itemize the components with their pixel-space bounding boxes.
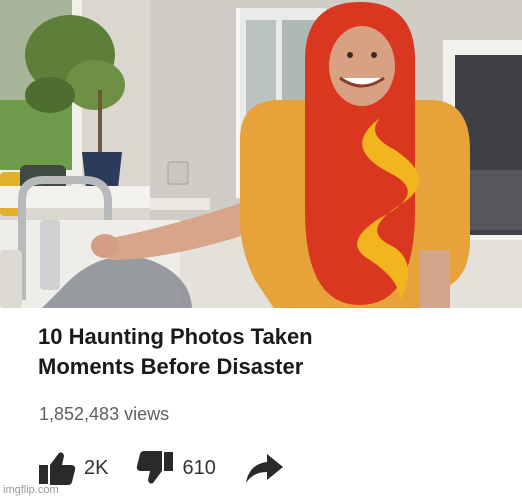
share-button[interactable]: [244, 452, 284, 484]
watermark: imgflip.com: [3, 484, 59, 496]
like-count: 2K: [84, 456, 109, 479]
thumbs-down-icon: [137, 451, 174, 484]
action-bar: 2K 610: [38, 451, 284, 485]
video-title[interactable]: 10 Haunting Photos Taken Moments Before …: [38, 322, 508, 382]
dislike-button[interactable]: 610: [136, 451, 216, 485]
video-info-panel: 10 Haunting Photos Taken Moments Before …: [0, 308, 522, 499]
dislike-count: 610: [182, 456, 216, 479]
video-title-line-1: 10 Haunting Photos Taken: [38, 324, 313, 349]
like-button[interactable]: 2K: [38, 451, 108, 485]
view-count: 1,852,483 views: [39, 404, 170, 424]
thumbs-up-icon: [39, 452, 76, 485]
share-arrow-icon: [245, 454, 283, 483]
video-title-line-2: Moments Before Disaster: [38, 354, 304, 379]
video-thumbnail[interactable]: [0, 0, 522, 308]
